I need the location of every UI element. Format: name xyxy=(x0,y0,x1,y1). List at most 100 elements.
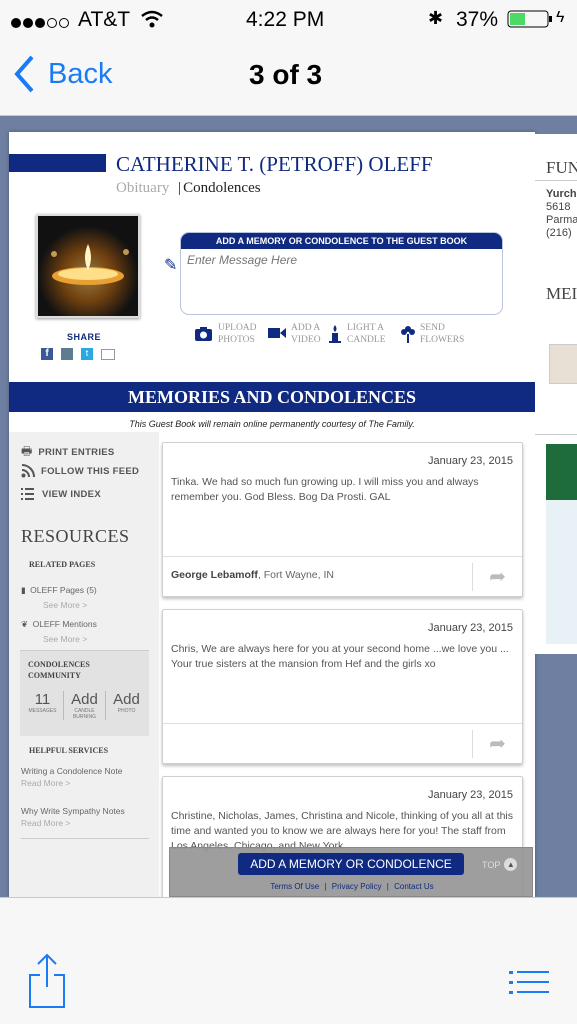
tab-obituary[interactable]: Obituary xyxy=(116,180,169,196)
community-stats: 11 MESSAGES Add CANDLE BURNING Add PHOTO xyxy=(22,691,147,720)
back-label: Back xyxy=(48,57,113,90)
share-arrow-icon[interactable]: ➦ xyxy=(472,563,522,591)
facebook-icon[interactable]: f xyxy=(41,348,53,360)
author-location: , Fort Wayne, IN xyxy=(257,569,334,581)
pencil-icon: ✎ xyxy=(164,257,178,274)
printer-icon: 🖶 xyxy=(21,444,33,458)
flower-icon xyxy=(401,326,415,343)
top-button[interactable]: TOP ▲ xyxy=(482,858,518,871)
photo-stat[interactable]: Add PHOTO xyxy=(106,691,147,720)
deceased-name: CATHERINE T. (PETROFF) OLEFF xyxy=(116,152,433,176)
product-thumbnail xyxy=(549,344,577,384)
entry-message: Tinka. We had so much fun growing up. I … xyxy=(171,476,479,503)
email-icon[interactable] xyxy=(101,349,115,360)
entry-card: January 23, 2015 Tinka. We had so much f… xyxy=(162,442,523,597)
carrier-label: AT&T xyxy=(78,8,131,31)
top-label: TOP xyxy=(482,859,501,870)
candle-stat[interactable]: Add CANDLE BURNING xyxy=(64,691,106,720)
ad-banner[interactable] xyxy=(546,444,577,644)
helpful-item[interactable]: Why Write Sympathy Notes Read More > xyxy=(21,806,125,828)
action-label-4b: FLOWERS xyxy=(420,335,465,345)
ad-lower xyxy=(546,500,577,644)
entry-date: January 23, 2015 xyxy=(427,455,513,467)
send-flowers-button[interactable]: SEND FLOWERS xyxy=(400,322,480,346)
helpful-more[interactable]: Read More > xyxy=(21,818,125,828)
list-view-icon[interactable] xyxy=(509,971,549,1000)
terms-link[interactable]: Terms Of Use xyxy=(270,882,319,891)
wifi-icon xyxy=(140,10,164,34)
helpful-more[interactable]: Read More > xyxy=(21,778,122,788)
print-icon[interactable] xyxy=(61,348,73,360)
entry-author: George Lebamoff, Fort Wayne, IN xyxy=(171,569,334,581)
guestbook-form: ADD A MEMORY OR CONDOLENCE TO THE GUEST … xyxy=(180,232,503,315)
back-button[interactable]: Back xyxy=(12,54,112,94)
messages-stat[interactable]: 11 MESSAGES xyxy=(22,691,64,720)
list-icon xyxy=(21,488,34,500)
next-page-preview[interactable]: FUN Yurch 5618 Parma (216) MEI xyxy=(535,134,577,654)
entry-date: January 23, 2015 xyxy=(427,789,513,801)
message-input[interactable] xyxy=(187,253,487,267)
divider xyxy=(21,838,149,839)
action-label-3b: CANDLE xyxy=(347,335,386,345)
sticky-footer: ADD A MEMORY OR CONDOLENCE TOP ▲ Terms O… xyxy=(169,847,533,897)
twitter-icon[interactable]: t xyxy=(81,348,93,360)
chevron-up-icon: ▲ xyxy=(504,858,518,871)
tab-separator: | xyxy=(178,180,182,196)
view-index-link[interactable]: VIEW INDEX xyxy=(21,488,101,500)
contact-link[interactable]: Contact Us xyxy=(394,882,434,891)
leaf-icon: ❦ xyxy=(21,619,29,629)
related-heading: RELATED PAGES xyxy=(29,560,96,569)
helpful-item[interactable]: Writing a Condolence Note Read More > xyxy=(21,766,122,788)
upload-photos-button[interactable]: UPLOAD PHOTOS xyxy=(194,322,267,346)
next-line: Parma xyxy=(546,214,577,226)
share-icons: f t xyxy=(41,348,115,360)
share-arrow-icon[interactable]: ➦ xyxy=(472,730,522,758)
entry-footer: George Lebamoff, Fort Wayne, IN ➦ xyxy=(163,556,522,596)
entry-date: January 23, 2015 xyxy=(427,622,513,634)
entry-card: January 23, 2015 Chris, We are always he… xyxy=(162,609,523,764)
related-item[interactable]: ▮ OLEFF Pages (5) See More > xyxy=(21,580,97,610)
document-viewer[interactable]: CATHERINE T. (PETROFF) OLEFF Obituary | C… xyxy=(0,116,577,897)
header-bar xyxy=(9,154,106,172)
action-label-1a: UPLOAD xyxy=(218,323,257,333)
battery-percent: 37% xyxy=(456,8,499,31)
related-more[interactable]: See More > xyxy=(43,600,97,610)
add-memory-button[interactable]: ADD A MEMORY OR CONDOLENCE xyxy=(238,853,464,875)
divider xyxy=(535,180,577,181)
share-icon[interactable] xyxy=(28,953,66,1014)
stat-value: Add xyxy=(113,691,140,708)
chevron-left-icon xyxy=(14,55,34,93)
view-index-label: VIEW INDEX xyxy=(42,488,101,500)
action-label-2a: ADD A xyxy=(291,323,321,333)
charging-icon: ϟ xyxy=(556,9,565,26)
privacy-link[interactable]: Privacy Policy xyxy=(332,882,382,891)
author-name: George Lebamoff xyxy=(171,569,258,581)
divider xyxy=(535,434,577,435)
memories-banner: MEMORIES AND CONDOLENCES xyxy=(9,382,535,412)
courtesy-note: This Guest Book will remain online perma… xyxy=(129,419,415,429)
tab-condolences[interactable]: Condolences xyxy=(183,180,260,196)
helpful-label: Writing a Condolence Note xyxy=(21,766,123,776)
bluetooth-icon: ✱ xyxy=(428,8,444,28)
stat-value: Add xyxy=(71,691,98,708)
share-label: SHARE xyxy=(67,332,102,342)
video-icon xyxy=(268,328,286,338)
follow-feed-link[interactable]: FOLLOW THIS FEED xyxy=(21,464,139,478)
related-label: OLEFF Mentions xyxy=(32,619,97,629)
community-heading-2: COMMUNITY xyxy=(28,671,81,680)
add-video-button[interactable]: ADD A VIDEO xyxy=(267,322,327,346)
status-bar: AT&T 4:22 PM ✱ 37% ϟ xyxy=(0,0,577,38)
entry-footer: ➦ xyxy=(163,723,522,763)
light-candle-button[interactable]: LIGHT A CANDLE xyxy=(327,322,400,346)
footer-links: Terms Of Use | Privacy Policy | Contact … xyxy=(170,882,534,891)
next-heading: FUN xyxy=(546,158,577,177)
action-label-4a: SEND xyxy=(420,323,445,333)
community-heading-1: CONDOLENCES xyxy=(28,660,90,669)
action-label-1b: PHOTOS xyxy=(218,335,255,345)
print-entries-link[interactable]: 🖶 PRINT ENTRIES xyxy=(21,442,115,463)
battery-icon xyxy=(507,10,555,34)
clock: 4:22 PM xyxy=(246,8,325,31)
related-item[interactable]: ❦ OLEFF Mentions See More > xyxy=(21,614,97,644)
related-more[interactable]: See More > xyxy=(43,634,97,644)
signal-icon xyxy=(10,12,70,36)
